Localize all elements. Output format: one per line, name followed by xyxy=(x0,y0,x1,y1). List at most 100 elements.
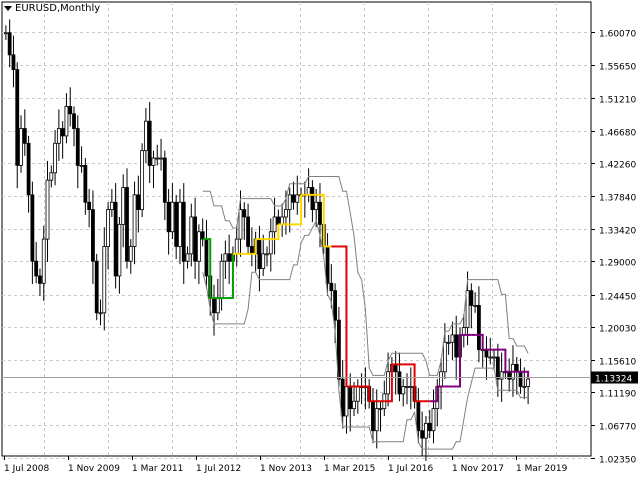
candle-body xyxy=(102,246,107,314)
candle-body xyxy=(121,187,126,225)
candle-body xyxy=(113,201,118,277)
candle-body xyxy=(147,120,152,166)
y-tick-label: 1.42260 xyxy=(599,161,636,171)
candle-body xyxy=(427,422,432,432)
candle-body xyxy=(477,305,481,351)
candle-body xyxy=(204,238,209,277)
x-tick-label: 1 Mar 2011 xyxy=(132,464,183,474)
candle-body xyxy=(348,386,353,410)
candle-body xyxy=(91,209,95,262)
candle-body xyxy=(424,422,428,439)
candle-body xyxy=(34,260,39,277)
candle-body xyxy=(276,216,281,225)
candle-body xyxy=(499,371,504,380)
candle-body xyxy=(461,327,466,336)
candle-body xyxy=(117,223,122,277)
candle-body xyxy=(181,201,186,262)
candle-body xyxy=(492,356,496,359)
candle-body xyxy=(431,408,436,432)
candle-body xyxy=(215,297,220,314)
candle-body xyxy=(405,386,409,388)
candle-body xyxy=(144,120,148,152)
candle-body xyxy=(495,356,500,380)
candle-body xyxy=(310,187,315,211)
candle-body xyxy=(3,32,8,35)
candle-body xyxy=(295,194,300,203)
candle-body xyxy=(7,32,12,56)
y-tick-label: 1.51210 xyxy=(599,96,636,106)
trend-step-line xyxy=(342,245,348,387)
candle-body xyxy=(306,187,311,196)
candle-body xyxy=(128,246,133,262)
candle-body xyxy=(189,216,194,255)
x-tick-label: 1 Nov 2009 xyxy=(68,464,120,474)
candle-body xyxy=(488,356,493,359)
candle-body xyxy=(473,305,478,307)
candle-body xyxy=(450,334,455,343)
candle-body xyxy=(439,371,443,387)
candle-body xyxy=(526,378,531,387)
candle-body xyxy=(136,194,141,211)
y-tick-label: 1.37840 xyxy=(599,194,636,204)
y-tick-label: 1.55650 xyxy=(599,63,636,73)
candle-body xyxy=(507,371,512,380)
candle-body xyxy=(518,371,523,387)
candle-body xyxy=(19,128,23,166)
y-tick-label: 1.33420 xyxy=(599,227,636,237)
candle-body xyxy=(378,408,383,411)
candle-body xyxy=(249,246,254,255)
candle-body xyxy=(170,201,175,233)
candle-body xyxy=(64,106,69,137)
x-tick-label: 1 Mar 2019 xyxy=(516,464,568,474)
candle-body xyxy=(374,408,379,432)
candle-body xyxy=(420,430,425,439)
candle-body xyxy=(408,386,413,388)
candle-body xyxy=(393,363,398,373)
candle-body xyxy=(234,238,239,255)
y-tick-label: 1.60070 xyxy=(599,30,636,40)
candle-body xyxy=(318,201,322,225)
y-tick-label: 1.24450 xyxy=(599,293,636,303)
candle-body xyxy=(49,172,54,181)
candle-body xyxy=(314,201,319,211)
candle-body xyxy=(325,246,330,284)
chevron-down-icon[interactable] xyxy=(4,6,12,11)
y-tick-label: 1.06770 xyxy=(599,423,636,433)
chart-window[interactable]: 1.60070 1.55650 1.51210 1.46680 1.42260 1.378… xyxy=(0,0,640,480)
candle-body xyxy=(22,128,27,144)
candle-body xyxy=(446,341,451,344)
candle-body xyxy=(98,312,103,315)
candle-body xyxy=(238,209,243,240)
candle-body xyxy=(386,371,390,395)
candle-body xyxy=(355,386,360,402)
price-chart[interactable]: 1.60070 1.55650 1.51210 1.46680 1.42260 1.378… xyxy=(0,0,640,480)
candle-body xyxy=(53,142,57,174)
candle-body xyxy=(416,400,421,432)
candle-body xyxy=(79,165,84,167)
candle-body xyxy=(265,253,269,256)
candle-body xyxy=(268,231,273,255)
candle-body xyxy=(280,216,285,225)
candle-body xyxy=(30,194,35,262)
y-tick-label: 1.15610 xyxy=(599,358,636,368)
candle-body xyxy=(72,113,76,129)
candle-body xyxy=(465,290,470,328)
candle-body xyxy=(401,386,406,395)
chart-title: EURUSD,Monthly xyxy=(4,3,100,14)
chart-title-label: EURUSD,Monthly xyxy=(15,3,101,14)
trend-step-line xyxy=(524,370,530,380)
candle-body xyxy=(223,253,228,262)
x-tick-label: 1 Nov 2013 xyxy=(260,464,312,474)
candle-body xyxy=(272,216,277,233)
candle-body xyxy=(60,128,65,137)
candle-body xyxy=(329,282,334,292)
candle-body xyxy=(26,142,31,196)
candle-body xyxy=(151,157,156,166)
candle-body xyxy=(68,106,73,115)
candle-body xyxy=(75,128,80,166)
candle-body xyxy=(333,290,338,321)
candle-body xyxy=(246,216,250,247)
candle-body xyxy=(352,400,356,410)
x-tick-label: 1 Jul 2016 xyxy=(388,464,433,474)
y-tick-label: 1.02350 xyxy=(599,456,636,466)
